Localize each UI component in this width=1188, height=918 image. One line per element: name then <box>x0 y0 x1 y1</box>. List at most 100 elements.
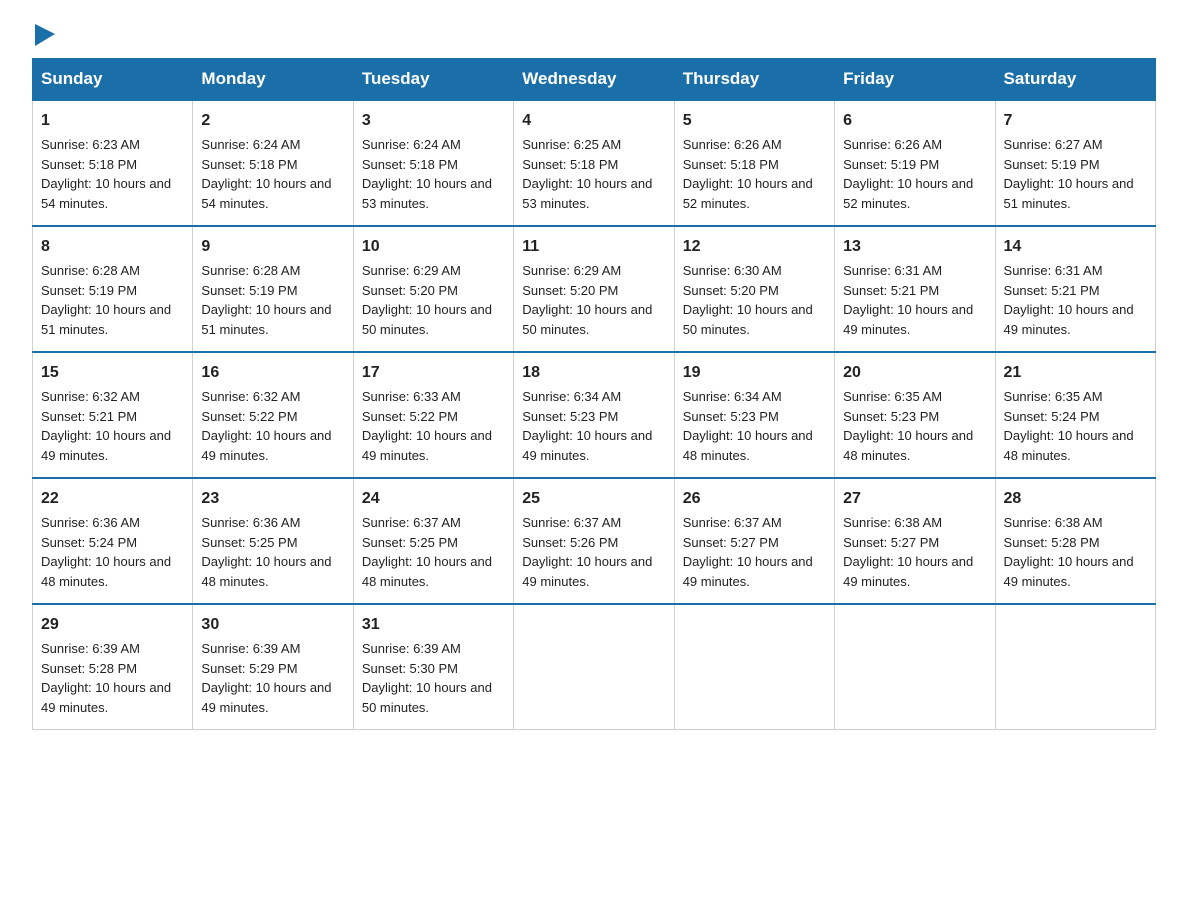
day-cell: 6Sunrise: 6:26 AMSunset: 5:19 PMDaylight… <box>835 100 995 226</box>
day-cell: 12Sunrise: 6:30 AMSunset: 5:20 PMDayligh… <box>674 226 834 352</box>
calendar-table: SundayMondayTuesdayWednesdayThursdayFrid… <box>32 58 1156 730</box>
day-info: Sunrise: 6:37 AMSunset: 5:26 PMDaylight:… <box>522 513 665 591</box>
day-number: 16 <box>201 361 344 385</box>
day-info: Sunrise: 6:29 AMSunset: 5:20 PMDaylight:… <box>522 261 665 339</box>
day-info: Sunrise: 6:26 AMSunset: 5:18 PMDaylight:… <box>683 135 826 213</box>
day-number: 26 <box>683 487 826 511</box>
day-cell: 30Sunrise: 6:39 AMSunset: 5:29 PMDayligh… <box>193 604 353 730</box>
day-info: Sunrise: 6:37 AMSunset: 5:27 PMDaylight:… <box>683 513 826 591</box>
day-info: Sunrise: 6:34 AMSunset: 5:23 PMDaylight:… <box>522 387 665 465</box>
day-cell <box>514 604 674 730</box>
week-row-0: 1Sunrise: 6:23 AMSunset: 5:18 PMDaylight… <box>33 100 1156 226</box>
day-info: Sunrise: 6:34 AMSunset: 5:23 PMDaylight:… <box>683 387 826 465</box>
day-info: Sunrise: 6:26 AMSunset: 5:19 PMDaylight:… <box>843 135 986 213</box>
day-cell: 24Sunrise: 6:37 AMSunset: 5:25 PMDayligh… <box>353 478 513 604</box>
day-number: 2 <box>201 109 344 133</box>
header-cell-friday: Friday <box>835 59 995 101</box>
day-cell: 25Sunrise: 6:37 AMSunset: 5:26 PMDayligh… <box>514 478 674 604</box>
day-info: Sunrise: 6:35 AMSunset: 5:24 PMDaylight:… <box>1004 387 1147 465</box>
day-cell: 23Sunrise: 6:36 AMSunset: 5:25 PMDayligh… <box>193 478 353 604</box>
day-info: Sunrise: 6:32 AMSunset: 5:22 PMDaylight:… <box>201 387 344 465</box>
day-info: Sunrise: 6:36 AMSunset: 5:24 PMDaylight:… <box>41 513 184 591</box>
day-cell: 3Sunrise: 6:24 AMSunset: 5:18 PMDaylight… <box>353 100 513 226</box>
header-cell-sunday: Sunday <box>33 59 193 101</box>
day-cell <box>674 604 834 730</box>
day-number: 5 <box>683 109 826 133</box>
day-cell: 29Sunrise: 6:39 AMSunset: 5:28 PMDayligh… <box>33 604 193 730</box>
day-number: 29 <box>41 613 184 637</box>
day-cell: 1Sunrise: 6:23 AMSunset: 5:18 PMDaylight… <box>33 100 193 226</box>
day-number: 8 <box>41 235 184 259</box>
day-cell: 8Sunrise: 6:28 AMSunset: 5:19 PMDaylight… <box>33 226 193 352</box>
day-info: Sunrise: 6:28 AMSunset: 5:19 PMDaylight:… <box>41 261 184 339</box>
day-cell: 17Sunrise: 6:33 AMSunset: 5:22 PMDayligh… <box>353 352 513 478</box>
day-number: 25 <box>522 487 665 511</box>
day-info: Sunrise: 6:28 AMSunset: 5:19 PMDaylight:… <box>201 261 344 339</box>
day-cell: 22Sunrise: 6:36 AMSunset: 5:24 PMDayligh… <box>33 478 193 604</box>
header-row: SundayMondayTuesdayWednesdayThursdayFrid… <box>33 59 1156 101</box>
day-number: 15 <box>41 361 184 385</box>
day-number: 22 <box>41 487 184 511</box>
day-number: 30 <box>201 613 344 637</box>
day-info: Sunrise: 6:39 AMSunset: 5:28 PMDaylight:… <box>41 639 184 717</box>
day-info: Sunrise: 6:27 AMSunset: 5:19 PMDaylight:… <box>1004 135 1147 213</box>
day-info: Sunrise: 6:24 AMSunset: 5:18 PMDaylight:… <box>362 135 505 213</box>
day-info: Sunrise: 6:39 AMSunset: 5:29 PMDaylight:… <box>201 639 344 717</box>
day-cell: 18Sunrise: 6:34 AMSunset: 5:23 PMDayligh… <box>514 352 674 478</box>
day-info: Sunrise: 6:31 AMSunset: 5:21 PMDaylight:… <box>843 261 986 339</box>
day-number: 17 <box>362 361 505 385</box>
day-number: 20 <box>843 361 986 385</box>
day-info: Sunrise: 6:33 AMSunset: 5:22 PMDaylight:… <box>362 387 505 465</box>
header-cell-monday: Monday <box>193 59 353 101</box>
calendar-body: 1Sunrise: 6:23 AMSunset: 5:18 PMDaylight… <box>33 100 1156 730</box>
week-row-3: 22Sunrise: 6:36 AMSunset: 5:24 PMDayligh… <box>33 478 1156 604</box>
calendar-wrap: SundayMondayTuesdayWednesdayThursdayFrid… <box>0 58 1188 762</box>
day-cell: 27Sunrise: 6:38 AMSunset: 5:27 PMDayligh… <box>835 478 995 604</box>
day-info: Sunrise: 6:36 AMSunset: 5:25 PMDaylight:… <box>201 513 344 591</box>
day-cell: 26Sunrise: 6:37 AMSunset: 5:27 PMDayligh… <box>674 478 834 604</box>
day-number: 18 <box>522 361 665 385</box>
day-number: 9 <box>201 235 344 259</box>
day-info: Sunrise: 6:29 AMSunset: 5:20 PMDaylight:… <box>362 261 505 339</box>
day-cell <box>995 604 1155 730</box>
day-cell: 9Sunrise: 6:28 AMSunset: 5:19 PMDaylight… <box>193 226 353 352</box>
day-info: Sunrise: 6:38 AMSunset: 5:28 PMDaylight:… <box>1004 513 1147 591</box>
day-number: 14 <box>1004 235 1147 259</box>
week-row-4: 29Sunrise: 6:39 AMSunset: 5:28 PMDayligh… <box>33 604 1156 730</box>
day-cell: 4Sunrise: 6:25 AMSunset: 5:18 PMDaylight… <box>514 100 674 226</box>
day-cell: 16Sunrise: 6:32 AMSunset: 5:22 PMDayligh… <box>193 352 353 478</box>
day-info: Sunrise: 6:38 AMSunset: 5:27 PMDaylight:… <box>843 513 986 591</box>
day-cell: 10Sunrise: 6:29 AMSunset: 5:20 PMDayligh… <box>353 226 513 352</box>
day-number: 3 <box>362 109 505 133</box>
day-number: 31 <box>362 613 505 637</box>
day-cell: 13Sunrise: 6:31 AMSunset: 5:21 PMDayligh… <box>835 226 995 352</box>
day-cell: 2Sunrise: 6:24 AMSunset: 5:18 PMDaylight… <box>193 100 353 226</box>
logo <box>32 24 55 46</box>
day-info: Sunrise: 6:23 AMSunset: 5:18 PMDaylight:… <box>41 135 184 213</box>
day-cell: 5Sunrise: 6:26 AMSunset: 5:18 PMDaylight… <box>674 100 834 226</box>
header-cell-tuesday: Tuesday <box>353 59 513 101</box>
day-cell: 7Sunrise: 6:27 AMSunset: 5:19 PMDaylight… <box>995 100 1155 226</box>
day-number: 21 <box>1004 361 1147 385</box>
day-number: 6 <box>843 109 986 133</box>
day-number: 27 <box>843 487 986 511</box>
day-number: 4 <box>522 109 665 133</box>
day-number: 7 <box>1004 109 1147 133</box>
day-cell: 14Sunrise: 6:31 AMSunset: 5:21 PMDayligh… <box>995 226 1155 352</box>
day-info: Sunrise: 6:39 AMSunset: 5:30 PMDaylight:… <box>362 639 505 717</box>
week-row-2: 15Sunrise: 6:32 AMSunset: 5:21 PMDayligh… <box>33 352 1156 478</box>
day-number: 11 <box>522 235 665 259</box>
day-number: 24 <box>362 487 505 511</box>
calendar-header: SundayMondayTuesdayWednesdayThursdayFrid… <box>33 59 1156 101</box>
day-info: Sunrise: 6:30 AMSunset: 5:20 PMDaylight:… <box>683 261 826 339</box>
day-info: Sunrise: 6:32 AMSunset: 5:21 PMDaylight:… <box>41 387 184 465</box>
day-cell: 28Sunrise: 6:38 AMSunset: 5:28 PMDayligh… <box>995 478 1155 604</box>
day-info: Sunrise: 6:24 AMSunset: 5:18 PMDaylight:… <box>201 135 344 213</box>
day-info: Sunrise: 6:35 AMSunset: 5:23 PMDaylight:… <box>843 387 986 465</box>
page-header <box>0 0 1188 58</box>
week-row-1: 8Sunrise: 6:28 AMSunset: 5:19 PMDaylight… <box>33 226 1156 352</box>
header-cell-wednesday: Wednesday <box>514 59 674 101</box>
day-cell: 15Sunrise: 6:32 AMSunset: 5:21 PMDayligh… <box>33 352 193 478</box>
day-cell <box>835 604 995 730</box>
day-cell: 31Sunrise: 6:39 AMSunset: 5:30 PMDayligh… <box>353 604 513 730</box>
